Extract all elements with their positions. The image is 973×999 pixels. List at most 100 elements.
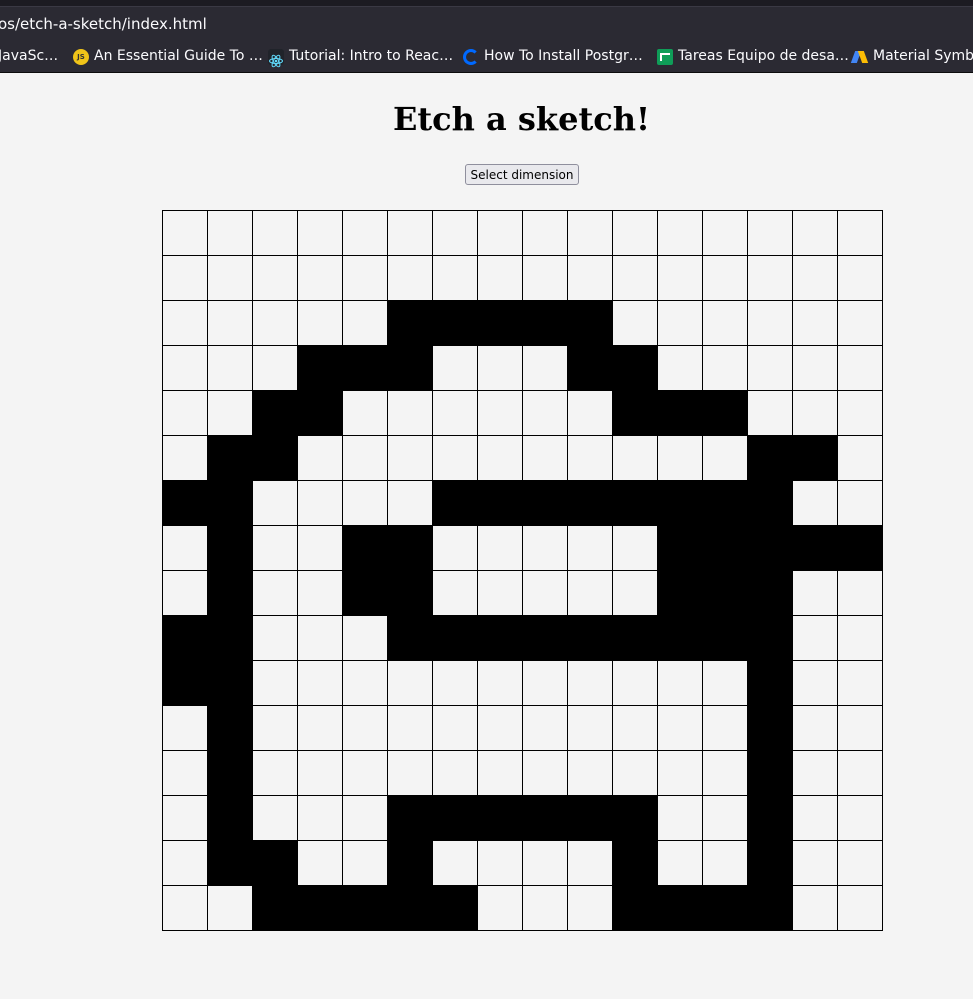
bookmark-tareas[interactable]: Tareas Equipo de desa…	[657, 40, 849, 72]
grid-cell[interactable]	[838, 706, 883, 751]
grid-cell[interactable]	[388, 571, 433, 616]
grid-cell[interactable]	[208, 301, 253, 346]
grid-cell[interactable]	[793, 571, 838, 616]
grid-cell[interactable]	[163, 346, 208, 391]
grid-cell[interactable]	[523, 571, 568, 616]
grid-cell[interactable]	[793, 346, 838, 391]
grid-cell[interactable]	[163, 886, 208, 931]
grid-cell[interactable]	[433, 706, 478, 751]
grid-cell[interactable]	[838, 841, 883, 886]
grid-cell[interactable]	[298, 796, 343, 841]
grid-cell[interactable]	[568, 346, 613, 391]
grid-cell[interactable]	[433, 661, 478, 706]
grid-cell[interactable]	[298, 346, 343, 391]
grid-cell[interactable]	[298, 616, 343, 661]
grid-cell[interactable]	[658, 481, 703, 526]
grid-cell[interactable]	[388, 796, 433, 841]
grid-cell[interactable]	[523, 841, 568, 886]
grid-cell[interactable]	[388, 391, 433, 436]
grid-cell[interactable]	[208, 256, 253, 301]
bookmark-javascript[interactable]: JavaSc…	[0, 40, 58, 72]
grid-cell[interactable]	[163, 211, 208, 256]
grid-cell[interactable]	[478, 346, 523, 391]
grid-cell[interactable]	[838, 571, 883, 616]
grid-cell[interactable]	[793, 841, 838, 886]
grid-cell[interactable]	[478, 301, 523, 346]
grid-cell[interactable]	[748, 751, 793, 796]
grid-cell[interactable]	[793, 481, 838, 526]
grid-cell[interactable]	[658, 616, 703, 661]
grid-cell[interactable]	[658, 751, 703, 796]
grid-cell[interactable]	[703, 661, 748, 706]
grid-cell[interactable]	[253, 706, 298, 751]
grid-cell[interactable]	[478, 481, 523, 526]
grid-cell[interactable]	[388, 841, 433, 886]
grid-cell[interactable]	[523, 526, 568, 571]
grid-cell[interactable]	[298, 661, 343, 706]
grid-cell[interactable]	[208, 481, 253, 526]
grid-cell[interactable]	[343, 256, 388, 301]
grid-cell[interactable]	[703, 841, 748, 886]
grid-cell[interactable]	[388, 346, 433, 391]
grid-cell[interactable]	[208, 751, 253, 796]
grid-cell[interactable]	[793, 751, 838, 796]
grid-cell[interactable]	[343, 346, 388, 391]
grid-cell[interactable]	[703, 436, 748, 481]
grid-cell[interactable]	[343, 706, 388, 751]
grid-cell[interactable]	[433, 391, 478, 436]
grid-cell[interactable]	[748, 391, 793, 436]
grid-cell[interactable]	[163, 391, 208, 436]
grid-cell[interactable]	[388, 256, 433, 301]
grid-cell[interactable]	[523, 751, 568, 796]
grid-cell[interactable]	[433, 481, 478, 526]
grid-cell[interactable]	[298, 301, 343, 346]
grid-cell[interactable]	[298, 886, 343, 931]
grid-cell[interactable]	[433, 616, 478, 661]
grid-cell[interactable]	[838, 661, 883, 706]
grid-cell[interactable]	[478, 841, 523, 886]
grid-cell[interactable]	[568, 481, 613, 526]
grid-cell[interactable]	[388, 436, 433, 481]
grid-cell[interactable]	[658, 796, 703, 841]
grid-cell[interactable]	[748, 661, 793, 706]
grid-cell[interactable]	[298, 751, 343, 796]
grid-cell[interactable]	[523, 706, 568, 751]
grid-cell[interactable]	[433, 256, 478, 301]
grid-cell[interactable]	[838, 481, 883, 526]
grid-cell[interactable]	[658, 886, 703, 931]
grid-cell[interactable]	[343, 481, 388, 526]
grid-cell[interactable]	[163, 706, 208, 751]
grid-cell[interactable]	[748, 796, 793, 841]
grid-cell[interactable]	[253, 346, 298, 391]
grid-cell[interactable]	[523, 391, 568, 436]
grid-cell[interactable]	[253, 751, 298, 796]
grid-cell[interactable]	[658, 211, 703, 256]
grid-cell[interactable]	[658, 706, 703, 751]
grid-cell[interactable]	[208, 616, 253, 661]
grid-cell[interactable]	[478, 436, 523, 481]
grid-cell[interactable]	[838, 886, 883, 931]
grid-cell[interactable]	[613, 481, 658, 526]
grid-cell[interactable]	[343, 436, 388, 481]
grid-cell[interactable]	[343, 751, 388, 796]
grid-cell[interactable]	[838, 751, 883, 796]
grid-cell[interactable]	[568, 211, 613, 256]
bookmark-react-tutorial[interactable]: Tutorial: Intro to Reac…	[268, 40, 453, 72]
grid-cell[interactable]	[703, 256, 748, 301]
grid-cell[interactable]	[568, 616, 613, 661]
grid-cell[interactable]	[343, 301, 388, 346]
grid-cell[interactable]	[748, 526, 793, 571]
grid-cell[interactable]	[613, 841, 658, 886]
grid-cell[interactable]	[568, 706, 613, 751]
grid-cell[interactable]	[388, 886, 433, 931]
grid-cell[interactable]	[478, 391, 523, 436]
grid-cell[interactable]	[793, 526, 838, 571]
grid-cell[interactable]	[523, 436, 568, 481]
grid-cell[interactable]	[163, 436, 208, 481]
grid-cell[interactable]	[568, 391, 613, 436]
grid-cell[interactable]	[433, 796, 478, 841]
bookmark-postgres[interactable]: How To Install Postgr…	[463, 40, 643, 72]
grid-cell[interactable]	[208, 661, 253, 706]
grid-cell[interactable]	[568, 886, 613, 931]
grid-cell[interactable]	[793, 661, 838, 706]
